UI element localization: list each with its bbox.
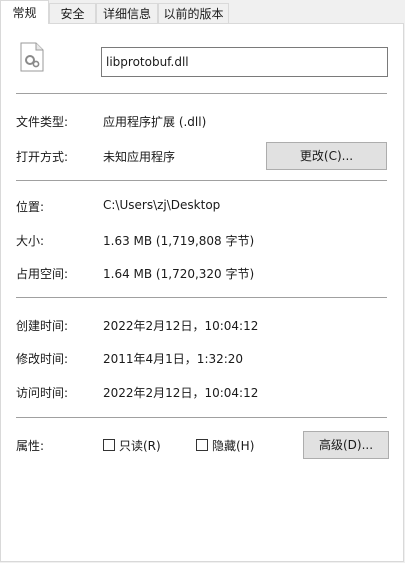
hidden-label[interactable]: 隐藏(H) xyxy=(212,437,254,454)
change-button[interactable]: 更改(C)... xyxy=(266,142,387,170)
created-value: 2022年2月12日，10:04:12 xyxy=(103,319,259,333)
general-panel xyxy=(0,23,404,562)
accessed-value: 2022年2月12日，10:04:12 xyxy=(103,386,259,400)
modified-value: 2011年4月1日，1:32:20 xyxy=(103,352,244,366)
attributes-label: 属性: xyxy=(16,439,45,453)
created-label: 创建时间: xyxy=(16,319,69,333)
location-value: C:\Users\zj\Desktop xyxy=(103,198,221,212)
open-with-value: 未知应用程序 xyxy=(103,150,176,164)
open-with-label: 打开方式: xyxy=(16,150,69,164)
accessed-label: 访问时间: xyxy=(16,386,69,400)
tab-security[interactable]: 安全 xyxy=(49,3,96,23)
tab-previous-versions[interactable]: 以前的版本 xyxy=(158,3,229,23)
separator xyxy=(16,417,387,418)
tab-general[interactable]: 常规 xyxy=(0,0,49,24)
size-on-disk-label: 占用空间: xyxy=(16,267,69,281)
readonly-checkbox[interactable] xyxy=(103,439,115,451)
tab-details[interactable]: 详细信息 xyxy=(96,3,158,23)
location-label: 位置: xyxy=(16,200,45,214)
dll-file-icon xyxy=(20,42,44,72)
advanced-button[interactable]: 高级(D)... xyxy=(303,431,389,459)
hidden-checkbox[interactable] xyxy=(196,439,208,451)
file-name-field[interactable]: libprotobuf.dll xyxy=(101,47,388,77)
separator xyxy=(16,297,387,298)
separator xyxy=(16,93,387,94)
size-label: 大小: xyxy=(16,234,45,248)
modified-label: 修改时间: xyxy=(16,352,69,366)
size-value: 1.63 MB (1,719,808 字节) xyxy=(103,234,255,248)
file-type-value: 应用程序扩展 (.dll) xyxy=(103,115,207,129)
readonly-label[interactable]: 只读(R) xyxy=(119,437,161,454)
file-type-label: 文件类型: xyxy=(16,115,69,129)
tab-strip: 常规 安全 详细信息 以前的版本 xyxy=(0,0,405,24)
size-on-disk-value: 1.64 MB (1,720,320 字节) xyxy=(103,267,255,281)
separator xyxy=(16,180,387,181)
